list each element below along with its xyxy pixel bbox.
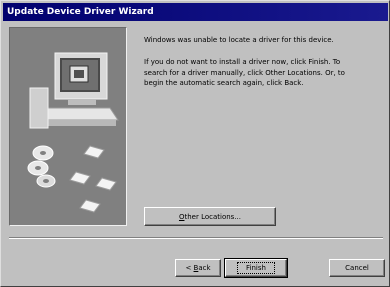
wizard-window: Update Device Driver Wizard Windows was …: [0, 0, 390, 287]
computer-icon: [29, 52, 119, 129]
title-bar[interactable]: Update Device Driver Wizard: [3, 3, 388, 21]
disc-icon: [27, 145, 56, 188]
separator-highlight: [9, 238, 383, 239]
instructions-text: If you do not want to install a driver n…: [144, 57, 345, 89]
instruction-line: If you do not want to install a driver n…: [144, 58, 341, 66]
other-locations-button[interactable]: Other Locations...: [144, 207, 276, 226]
wizard-illustration: [9, 27, 127, 226]
message-line: Windows was unable to locate a driver fo…: [144, 36, 334, 44]
computer-with-discs-icon: [27, 52, 119, 213]
floppy-icon: [69, 145, 117, 213]
instruction-line: search for a driver manually, click Othe…: [144, 68, 345, 77]
back-button[interactable]: < Back: [175, 259, 221, 277]
instruction-line: begin the automatic search again, click …: [144, 79, 304, 87]
cancel-button[interactable]: Cancel: [329, 259, 385, 277]
finish-label: Finish: [237, 262, 275, 274]
other-locations-label: Other Locations...: [178, 212, 242, 221]
window-title: Update Device Driver Wizard: [7, 7, 154, 17]
status-message: Windows was unable to locate a driver fo…: [144, 35, 334, 46]
cancel-label: Cancel: [345, 264, 369, 272]
back-label: < Back: [185, 264, 211, 272]
finish-button[interactable]: Finish: [224, 258, 288, 278]
